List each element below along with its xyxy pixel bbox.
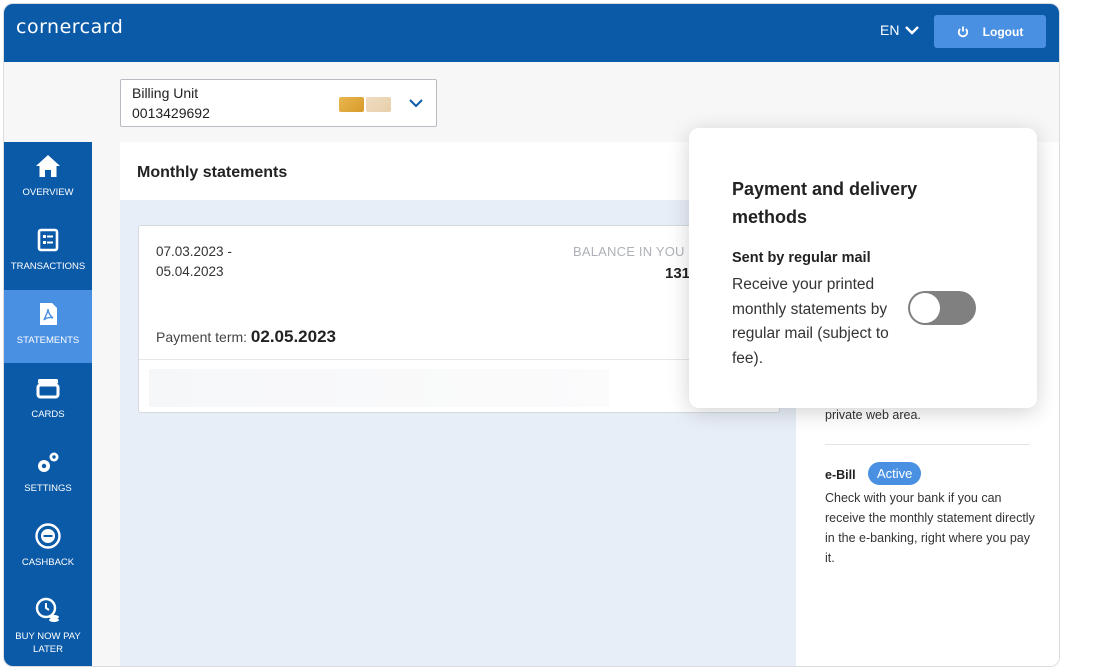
card-divider: [139, 359, 779, 360]
regular-mail-title: Sent by regular mail: [732, 250, 871, 266]
ebill-description: Check with your bank if you can receive …: [825, 491, 1035, 565]
popover-title: Payment and delivery methods: [732, 179, 918, 227]
balance-label: BALANCE IN YOU: [573, 244, 685, 259]
payment-delivery-popover: Payment and delivery methods Sent by reg…: [689, 128, 1037, 408]
private-area-text: private web area.: [825, 408, 921, 422]
gold-card-thumbnail: [339, 97, 364, 112]
logout-label: Logout: [982, 24, 1024, 39]
balance-value: 131: [665, 265, 691, 282]
sidebar-item-label: CASHBACK: [21, 557, 75, 568]
sidebar-item-label: CARDS: [31, 409, 65, 420]
divider: [825, 444, 1030, 445]
beige-card-thumbnail: [366, 97, 391, 112]
app-window: cornercard EN Logout Billing Unit 001342…: [3, 3, 1060, 667]
sidebar-item-label: STATEMENTS: [16, 335, 80, 346]
cards-icon: [36, 379, 60, 399]
billing-unit-select[interactable]: Billing Unit 0013429692: [120, 79, 437, 127]
sidebar-item-label: SETTINGS: [24, 483, 72, 494]
sidebar-item-overview[interactable]: OVERVIEW: [4, 142, 92, 215]
language-label: EN: [880, 22, 900, 38]
payment-term-label: Payment term:: [156, 329, 248, 345]
card-footer-placeholder: [149, 369, 609, 407]
sidebar-item-label: OVERVIEW: [22, 187, 74, 198]
statement-period-end: 05.04.2023: [156, 264, 224, 279]
home-icon: [36, 155, 60, 177]
billing-unit-label: Billing Unit: [132, 85, 199, 101]
sidebar-item-cashback[interactable]: CASHBACK: [4, 512, 92, 585]
power-icon: [957, 26, 968, 37]
statement-period-start: 07.03.2023 -: [156, 244, 232, 259]
chevron-down-icon: [905, 26, 920, 35]
sidebar-item-buy-now-pay-later[interactable]: BUY NOW PAY LATER: [4, 586, 92, 666]
cornercard-logo[interactable]: cornercard: [16, 16, 123, 38]
pdf-document-icon: [40, 303, 57, 325]
language-selector[interactable]: EN: [880, 22, 920, 38]
chevron-down-icon: [409, 99, 423, 108]
logout-button[interactable]: Logout: [934, 15, 1046, 48]
toggle-knob: [910, 293, 940, 323]
sidebar-item-transactions[interactable]: TRANSACTIONS: [4, 216, 92, 289]
sidebar-item-statements[interactable]: STATEMENTS: [4, 290, 92, 363]
sidebar-item-cards[interactable]: CARDS: [4, 364, 92, 437]
payment-term: Payment term: 02.05.2023: [156, 327, 336, 347]
page-title: Monthly statements: [137, 164, 288, 181]
ebill-status-badge: Active: [868, 462, 922, 485]
statement-card[interactable]: 07.03.2023 - 05.04.2023 BALANCE IN YOU 1…: [138, 225, 780, 413]
regular-mail-toggle[interactable]: [908, 291, 976, 325]
sidebar-nav: OVERVIEW TRANSACTIONS STATEMENTS CARDS S…: [4, 142, 92, 666]
sidebar-item-label: BUY NOW PAY LATER: [15, 631, 81, 655]
ebill-title: e-Bill: [825, 468, 856, 482]
gears-icon: [38, 452, 59, 472]
top-bar: cornercard EN Logout: [4, 4, 1059, 62]
sidebar-item-label: TRANSACTIONS: [10, 261, 86, 272]
sidebar-item-settings[interactable]: SETTINGS: [4, 438, 92, 511]
payment-term-date: 02.05.2023: [250, 327, 337, 346]
billing-unit-number: 0013429692: [132, 105, 210, 121]
clock-coins-icon: [35, 597, 59, 622]
transactions-icon: [37, 228, 59, 252]
cashback-icon: [35, 523, 61, 549]
regular-mail-description: Receive your printed monthly statements …: [732, 276, 889, 367]
